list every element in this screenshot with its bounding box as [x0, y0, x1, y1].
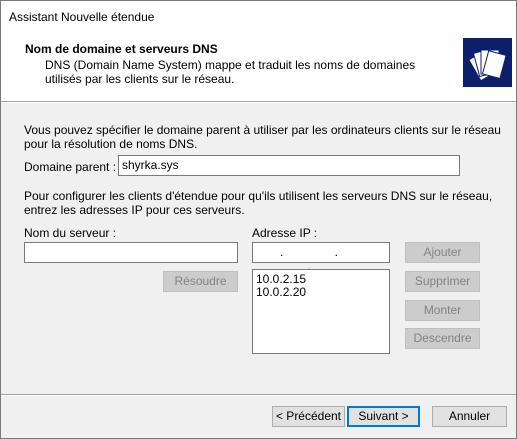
move-up-button[interactable]: Monter	[405, 300, 480, 321]
ip-address-label: Adresse IP :	[252, 226, 318, 240]
next-button[interactable]: Suivant >	[347, 406, 420, 427]
move-down-button[interactable]: Descendre	[405, 328, 480, 349]
parent-domain-label: Domaine parent :	[24, 160, 117, 174]
list-item[interactable]: 10.0.2.20	[253, 286, 389, 299]
window-title: Assistant Nouvelle étendue	[9, 10, 155, 24]
dns-server-list[interactable]: 10.0.2.15 10.0.2.20	[252, 269, 390, 354]
header-divider-highlight	[1, 102, 516, 103]
wizard-window: Assistant Nouvelle étendue Nom de domain…	[0, 0, 517, 439]
page-description: DNS (Domain Name System) mappe et tradui…	[45, 58, 416, 86]
dhcp-folders-icon	[463, 38, 512, 87]
intro-text: Vous pouvez spécifier le domaine parent …	[24, 123, 501, 151]
page-title: Nom de domaine et serveurs DNS	[25, 42, 218, 56]
dns-intro-text: Pour configurer les clients d'étendue po…	[24, 189, 493, 217]
parent-domain-input[interactable]: shyrka.sys	[118, 155, 460, 176]
server-name-input[interactable]	[24, 242, 238, 263]
resolve-button[interactable]: Résoudre	[163, 271, 238, 292]
server-name-label: Nom du serveur :	[24, 226, 117, 240]
footer-divider-highlight	[1, 395, 516, 396]
remove-button[interactable]: Supprimer	[405, 271, 480, 292]
ip-address-input[interactable]: . . .	[252, 242, 390, 273]
title-bar: Assistant Nouvelle étendue	[1, 1, 516, 32]
cancel-button[interactable]: Annuler	[432, 406, 507, 427]
add-button[interactable]: Ajouter	[405, 242, 480, 263]
back-button[interactable]: < Précédent	[272, 406, 345, 427]
